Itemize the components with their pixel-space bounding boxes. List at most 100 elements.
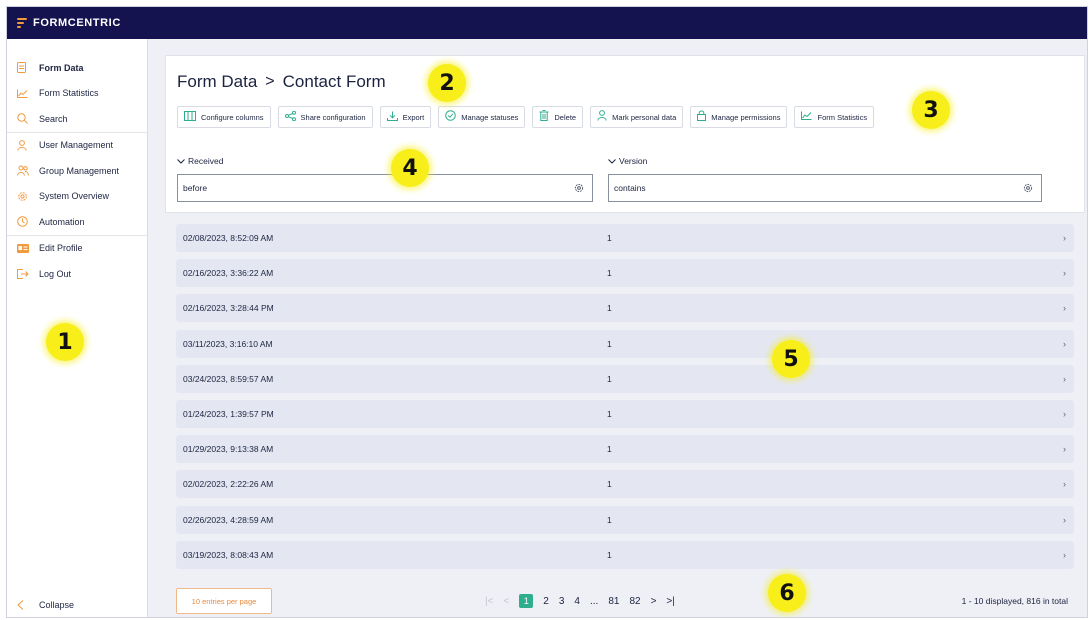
download-icon [386, 111, 398, 124]
table-row[interactable]: 03/19/2023, 8:08:43 AM 1 › [176, 540, 1074, 569]
version-column-header[interactable]: Version [608, 156, 647, 166]
page-81-button[interactable]: 81 [608, 596, 619, 607]
table-row[interactable]: 02/08/2023, 8:52:09 AM 1 › [176, 224, 1074, 252]
prev-page-button[interactable]: < [503, 596, 509, 607]
sidebar-item-group-management[interactable]: Group Management [7, 158, 147, 184]
table-row[interactable]: 02/02/2023, 2:22:26 AM 1 › [176, 470, 1074, 499]
entries-per-page-button[interactable]: 10 entries per page [176, 588, 272, 614]
share-configuration-button[interactable]: Share configuration [277, 106, 373, 128]
form-statistics-button[interactable]: Form Statistics [794, 106, 875, 128]
sidebar-item-automation[interactable]: Automation [7, 209, 147, 235]
version-cell: 1 [607, 303, 612, 314]
version-cell: 1 [607, 233, 612, 243]
chevron-left-icon [17, 600, 33, 610]
chevron-down-icon [177, 157, 185, 166]
chevron-right-icon: › [1063, 233, 1066, 243]
search-icon [17, 113, 33, 125]
configure-columns-button[interactable]: Configure columns [177, 106, 271, 128]
chevron-right-icon: › [1063, 373, 1066, 384]
annotation-marker-6: 6 [768, 574, 806, 612]
sidebar-item-label: System Overview [39, 191, 110, 202]
page-2-button[interactable]: 2 [543, 596, 549, 607]
received-cell: 02/08/2023, 8:52:09 AM [183, 233, 274, 243]
breadcrumb-parent[interactable]: Form Data [177, 72, 257, 92]
sidebar-item-label: Automation [39, 216, 85, 227]
received-cell: 03/11/2023, 3:16:10 AM [183, 338, 273, 349]
button-label: Manage statuses [461, 112, 519, 122]
logout-icon [17, 268, 33, 279]
table-row[interactable]: 03/11/2023, 3:16:10 AM 1 › [176, 329, 1074, 358]
chevron-right-icon: › [1063, 549, 1066, 560]
received-filter-input[interactable]: before [177, 174, 593, 202]
gear-icon[interactable] [574, 183, 584, 196]
manage-permissions-button[interactable]: Manage permissions [690, 106, 788, 128]
annotation-marker-2: 2 [428, 64, 466, 102]
page-1-button[interactable]: 1 [519, 594, 534, 608]
sidebar-item-label: Log Out [39, 268, 72, 279]
page-3-button[interactable]: 3 [559, 596, 565, 607]
received-cell: 02/02/2023, 2:22:26 AM [183, 479, 274, 490]
mark-personal-data-button[interactable]: Mark personal data [590, 106, 684, 128]
received-cell: 03/19/2023, 8:08:43 AM [183, 549, 274, 560]
sidebar-item-edit-profile[interactable]: Edit Profile [7, 236, 147, 262]
button-label: Mark personal data [612, 112, 677, 122]
columns-icon [184, 110, 196, 124]
annotation-marker-1: 1 [46, 323, 84, 361]
annotation-marker-5: 5 [772, 340, 810, 378]
sidebar-item-search[interactable]: Search [7, 106, 147, 132]
next-page-button[interactable]: > [651, 596, 657, 607]
received-cell: 02/16/2023, 3:36:22 AM [183, 268, 274, 279]
sidebar-item-log-out[interactable]: Log Out [7, 261, 147, 287]
lock-icon [697, 110, 707, 124]
version-cell: 1 [607, 373, 612, 384]
sidebar-item-label: Edit Profile [39, 243, 83, 254]
collapse-button[interactable]: Collapse [7, 591, 147, 617]
export-button[interactable]: Export [379, 106, 432, 128]
chevron-right-icon: › [1063, 444, 1066, 455]
app-window: FORMCENTRIC Form Data Form Statistics Se… [6, 6, 1088, 618]
gear-icon [17, 191, 33, 202]
toolbar: Configure columns Share configuration Ex… [177, 106, 875, 128]
top-bar: FORMCENTRIC [7, 7, 1087, 39]
version-label: Version [619, 156, 648, 166]
button-label: Manage permissions [711, 112, 781, 122]
sidebar-item-form-statistics[interactable]: Form Statistics [7, 81, 147, 107]
sidebar-item-label: Form Statistics [39, 88, 99, 99]
version-cell: 1 [607, 338, 612, 349]
received-column-header[interactable]: Received [177, 156, 223, 166]
page-82-button[interactable]: 82 [629, 596, 640, 607]
sidebar-item-system-overview[interactable]: System Overview [7, 184, 147, 210]
button-label: Share configuration [300, 112, 366, 122]
line-chart-icon [801, 111, 812, 123]
first-page-button[interactable]: |< [485, 596, 493, 607]
last-page-button[interactable]: >| [666, 596, 674, 607]
version-cell: 1 [607, 408, 612, 419]
version-filter-value: contains [614, 183, 646, 193]
check-circle-icon [445, 110, 457, 124]
sidebar-item-form-data[interactable]: Form Data [7, 55, 147, 81]
breadcrumb-separator: > [265, 73, 275, 90]
page-4-button[interactable]: 4 [574, 596, 580, 607]
user-icon [17, 139, 33, 151]
button-label: Form Statistics [817, 112, 868, 122]
table-row[interactable]: 02/26/2023, 4:28:59 AM 1 › [176, 505, 1074, 534]
received-label: Received [188, 156, 224, 166]
line-chart-icon [17, 89, 33, 98]
table-row[interactable]: 01/24/2023, 1:39:57 PM 1 › [176, 399, 1074, 428]
delete-button[interactable]: Delete [532, 106, 584, 128]
sidebar-item-user-management[interactable]: User Management [7, 133, 147, 159]
table-row[interactable]: 03/24/2023, 8:59:57 AM 1 › [176, 364, 1074, 393]
table-row[interactable]: 02/16/2023, 3:28:44 PM 1 › [176, 294, 1074, 323]
table-row[interactable]: 02/16/2023, 3:36:22 AM 1 › [176, 259, 1074, 288]
pagination-bar: 10 entries per page |< < 1 2 3 4 ... 81 … [176, 588, 1074, 614]
manage-statuses-button[interactable]: Manage statuses [438, 106, 526, 128]
chevron-right-icon: › [1063, 338, 1066, 349]
version-filter-input[interactable]: contains [608, 174, 1042, 202]
pagination: |< < 1 2 3 4 ... 81 82 > >| [485, 594, 685, 608]
table-row[interactable]: 01/29/2023, 9:13:38 AM 1 › [176, 435, 1074, 464]
version-cell: 1 [607, 444, 612, 455]
gear-icon[interactable] [1023, 183, 1033, 196]
annotation-marker-3: 3 [912, 91, 950, 129]
collapse-label: Collapse [39, 600, 75, 610]
brand-name: FORMCENTRIC [33, 17, 121, 29]
